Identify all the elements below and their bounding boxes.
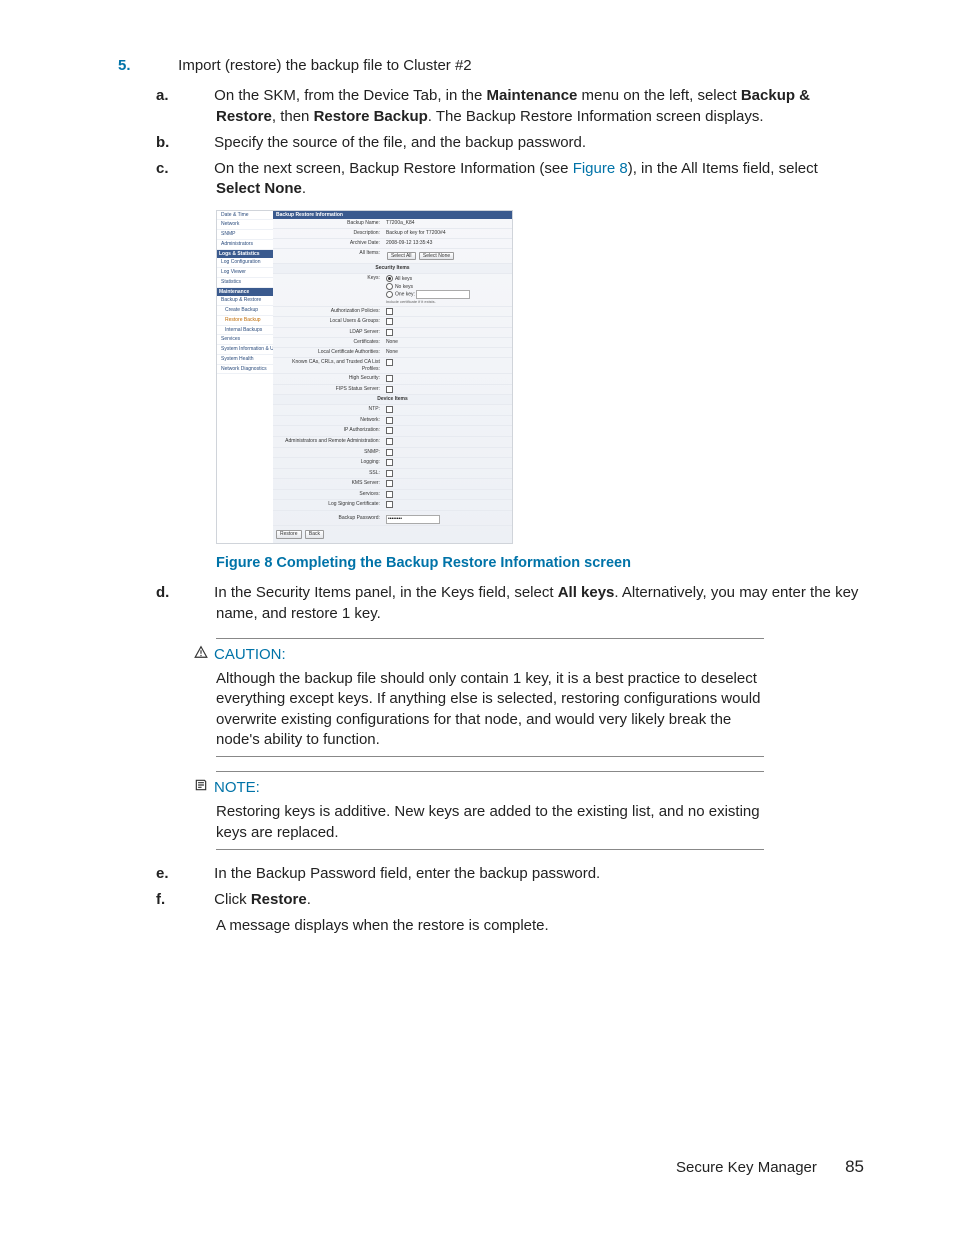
checkbox[interactable] <box>386 427 393 434</box>
radio-one-key[interactable] <box>386 291 393 298</box>
substep-a: a. On the SKM, from the Device Tab, in t… <box>216 86 864 127</box>
checkbox[interactable] <box>386 308 393 315</box>
checkbox[interactable] <box>386 449 393 456</box>
checkbox[interactable] <box>386 470 393 477</box>
sidebar-item: Log Viewer <box>217 268 273 278</box>
checkbox[interactable] <box>386 459 393 466</box>
substep-f-after: A message displays when the restore is c… <box>216 916 864 936</box>
select-none-button[interactable]: Select None <box>419 252 454 261</box>
checkbox[interactable] <box>386 491 393 498</box>
note-admonition: NOTE: Restoring keys is additive. New ke… <box>216 771 764 850</box>
shot-password-row: Backup Password: <box>273 514 512 526</box>
step-number: 5. <box>150 56 174 76</box>
caution-admonition: CAUTION: Although the backup file should… <box>216 638 764 757</box>
sidebar-item: System Information & Upgrade <box>217 345 273 355</box>
caution-icon <box>192 645 210 665</box>
substep-c: c. On the next screen, Backup Restore In… <box>216 159 864 200</box>
note-icon <box>192 778 210 798</box>
sidebar-item: System Health <box>217 355 273 365</box>
note-title: NOTE: <box>214 779 260 796</box>
substep-letter: b. <box>186 133 210 153</box>
substep-f: f. Click Restore. <box>216 890 864 910</box>
footer-title: Secure Key Manager <box>676 1159 817 1176</box>
note-body: Restoring keys is additive. New keys are… <box>216 802 764 843</box>
checkbox[interactable] <box>386 501 393 508</box>
restore-button[interactable]: Restore <box>276 530 302 539</box>
checkbox[interactable] <box>386 480 393 487</box>
substep-d: d. In the Security Items panel, in the K… <box>216 583 864 624</box>
checkbox[interactable] <box>386 386 393 393</box>
sidebar-item: Administrators <box>217 240 273 250</box>
select-all-button[interactable]: Select All <box>387 252 416 261</box>
sidebar-item: Network Diagnostics <box>217 365 273 375</box>
checkbox[interactable] <box>386 375 393 382</box>
substep-letter: d. <box>186 583 210 603</box>
substep-letter: c. <box>186 159 210 179</box>
radio-no-keys[interactable] <box>386 283 393 290</box>
page-number: 85 <box>845 1157 864 1176</box>
step-5: 5. Import (restore) the backup file to C… <box>90 56 864 76</box>
checkbox[interactable] <box>386 359 393 366</box>
section-device: Device Items <box>273 395 512 405</box>
section-security: Security Items <box>273 264 512 274</box>
sidebar-item: Network <box>217 220 273 230</box>
figure-link[interactable]: Figure 8 <box>573 160 628 177</box>
step-text: Import (restore) the backup file to Clus… <box>178 57 471 74</box>
checkbox[interactable] <box>386 318 393 325</box>
one-key-input[interactable] <box>416 290 470 299</box>
checkbox[interactable] <box>386 417 393 424</box>
figure-caption: Figure 8 Completing the Backup Restore I… <box>216 554 864 574</box>
substep-e: e. In the Backup Password field, enter t… <box>216 864 864 884</box>
shot-sidebar: Date & Time Network SNMP Administrators … <box>217 211 273 543</box>
caution-body: Although the backup file should only con… <box>216 669 764 750</box>
sidebar-group: Logs & Statistics <box>217 250 273 259</box>
substep-b: b. Specify the source of the file, and t… <box>216 133 864 153</box>
shot-main: Backup Restore Information Backup Name:T… <box>273 211 512 543</box>
checkbox[interactable] <box>386 329 393 336</box>
sidebar-item-active: Restore Backup <box>217 316 273 326</box>
backup-password-input[interactable] <box>386 515 440 524</box>
substep-letter: f. <box>186 890 210 910</box>
back-button[interactable]: Back <box>305 530 324 539</box>
sidebar-item: Date & Time <box>217 211 273 221</box>
page-footer: Secure Key Manager 85 <box>676 1156 864 1179</box>
checkbox[interactable] <box>386 438 393 445</box>
sidebar-item: Internal Backups <box>217 326 273 336</box>
shot-title: Backup Restore Information <box>273 211 512 220</box>
sidebar-item: Statistics <box>217 278 273 288</box>
substep-letter: a. <box>186 86 210 106</box>
substep-letter: e. <box>186 864 210 884</box>
sidebar-item: Create Backup <box>217 306 273 316</box>
radio-all-keys[interactable] <box>386 275 393 282</box>
sidebar-item: Services <box>217 335 273 345</box>
sidebar-item: Log Configuration <box>217 258 273 268</box>
checkbox[interactable] <box>386 406 393 413</box>
shot-table-info: Backup Name:T7200a_K84 Description:Backu… <box>273 219 512 511</box>
caution-title: CAUTION: <box>214 646 286 663</box>
figure-8-screenshot: Date & Time Network SNMP Administrators … <box>216 210 513 544</box>
sidebar-item: Backup & Restore <box>217 296 273 306</box>
sidebar-item: SNMP <box>217 230 273 240</box>
sidebar-group: Maintenance <box>217 288 273 297</box>
